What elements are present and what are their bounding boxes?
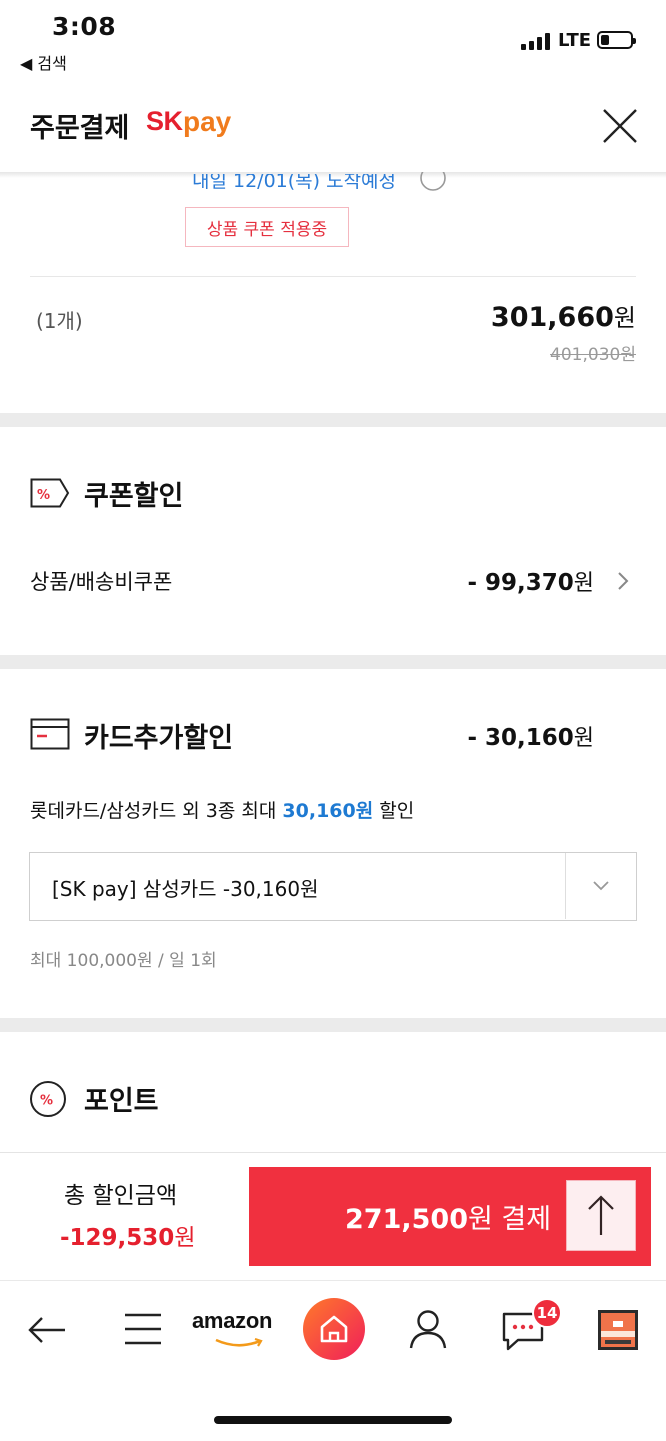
card-discount-desc: 롯데카드/삼성카드 외 3종 최대 30,160원 할인 xyxy=(30,796,414,823)
recent-item-thumbnail-icon[interactable] xyxy=(597,1309,639,1351)
card-discount-value: - 30,160 xyxy=(467,725,574,751)
chat-badge: 14 xyxy=(532,1298,562,1328)
menu-icon[interactable] xyxy=(124,1312,162,1346)
divider xyxy=(30,276,636,277)
chevron-right-icon[interactable] xyxy=(616,570,630,592)
card-desc-suffix: 할인 xyxy=(373,800,415,822)
section-separator xyxy=(0,1018,666,1032)
card-limit-note: 최대 100,000원 / 일 1회 xyxy=(30,951,217,971)
total-discount-amount: -129,530원 xyxy=(60,1218,195,1252)
section-separator xyxy=(0,413,666,427)
chevron-down-icon[interactable] xyxy=(592,877,610,895)
svg-text:%: % xyxy=(37,488,50,503)
info-icon[interactable] xyxy=(419,172,447,192)
scroll-to-top-button[interactable] xyxy=(566,1180,636,1251)
user-icon[interactable] xyxy=(409,1309,447,1349)
product-price-unit: 원 xyxy=(613,304,636,332)
card-section-title: 카드추가할인 xyxy=(84,723,234,754)
card-desc-highlight: 30,160원 xyxy=(282,800,374,822)
card-select-dropdown[interactable]: [SK pay] 삼성카드 -30,160원 xyxy=(29,852,637,921)
coupon-applied-tag: 상품 쿠폰 적용중 xyxy=(185,207,349,247)
product-original-price: 401,030원 xyxy=(550,345,636,365)
close-icon[interactable] xyxy=(600,106,640,146)
section-separator xyxy=(0,655,666,669)
signal-icon xyxy=(521,32,551,50)
product-price-value: 301,660 xyxy=(490,302,614,333)
pay-amount: 271,500 xyxy=(345,1204,468,1235)
sk-pay-logo-sk: SK xyxy=(146,106,183,136)
amazon-logo[interactable]: amazon xyxy=(192,1308,272,1334)
point-section-title: 포인트 xyxy=(84,1086,159,1117)
card-discount-amount: - 30,160원 xyxy=(467,720,594,752)
pay-label-suffix: 원 결제 xyxy=(467,1204,552,1235)
home-icon xyxy=(320,1315,348,1343)
point-icon: % xyxy=(29,1080,67,1118)
amazon-smile-icon xyxy=(214,1333,266,1347)
card-icon xyxy=(30,718,70,750)
coupon-discount-amount[interactable]: - 99,370원 xyxy=(467,565,594,597)
total-discount-value: -129,530 xyxy=(60,1225,175,1251)
battery-icon xyxy=(597,31,636,49)
total-discount-label: 총 할인금액 xyxy=(64,1183,178,1209)
card-discount-unit: 원 xyxy=(573,726,594,751)
network-type: LTE xyxy=(558,30,592,51)
svg-text:%: % xyxy=(40,1094,53,1109)
card-select-value: [SK pay] 삼성카드 -30,160원 xyxy=(52,877,319,901)
arrow-up-icon xyxy=(588,1195,614,1235)
product-quantity: (1개) xyxy=(36,309,83,333)
home-button[interactable] xyxy=(303,1298,365,1360)
sk-pay-logo-pay: pay xyxy=(183,106,232,137)
delivery-estimate: 내일 12/01(목) 도착예정 xyxy=(192,170,397,192)
coupon-icon: % xyxy=(30,478,70,508)
coupon-discount-value: - 99,370 xyxy=(467,570,574,596)
home-indicator xyxy=(214,1416,452,1424)
status-time: 3:08 xyxy=(52,12,117,41)
total-discount-unit: 원 xyxy=(174,1225,196,1251)
back-to-app-link[interactable]: ◀ 검색 xyxy=(20,50,67,74)
page-title: 주문결제 xyxy=(30,113,130,144)
coupon-discount-unit: 원 xyxy=(573,571,594,596)
back-arrow-icon[interactable] xyxy=(27,1315,67,1345)
coupon-section-title: 쿠폰할인 xyxy=(84,481,184,512)
product-price: 301,660원 xyxy=(491,298,636,333)
card-desc-prefix: 롯데카드/삼성카드 외 3종 최대 xyxy=(30,800,283,822)
dropdown-divider xyxy=(565,853,566,919)
pay-button-label: 271,500원 결제 xyxy=(345,1197,551,1236)
coupon-row-label[interactable]: 상품/배송비쿠폰 xyxy=(30,566,172,596)
